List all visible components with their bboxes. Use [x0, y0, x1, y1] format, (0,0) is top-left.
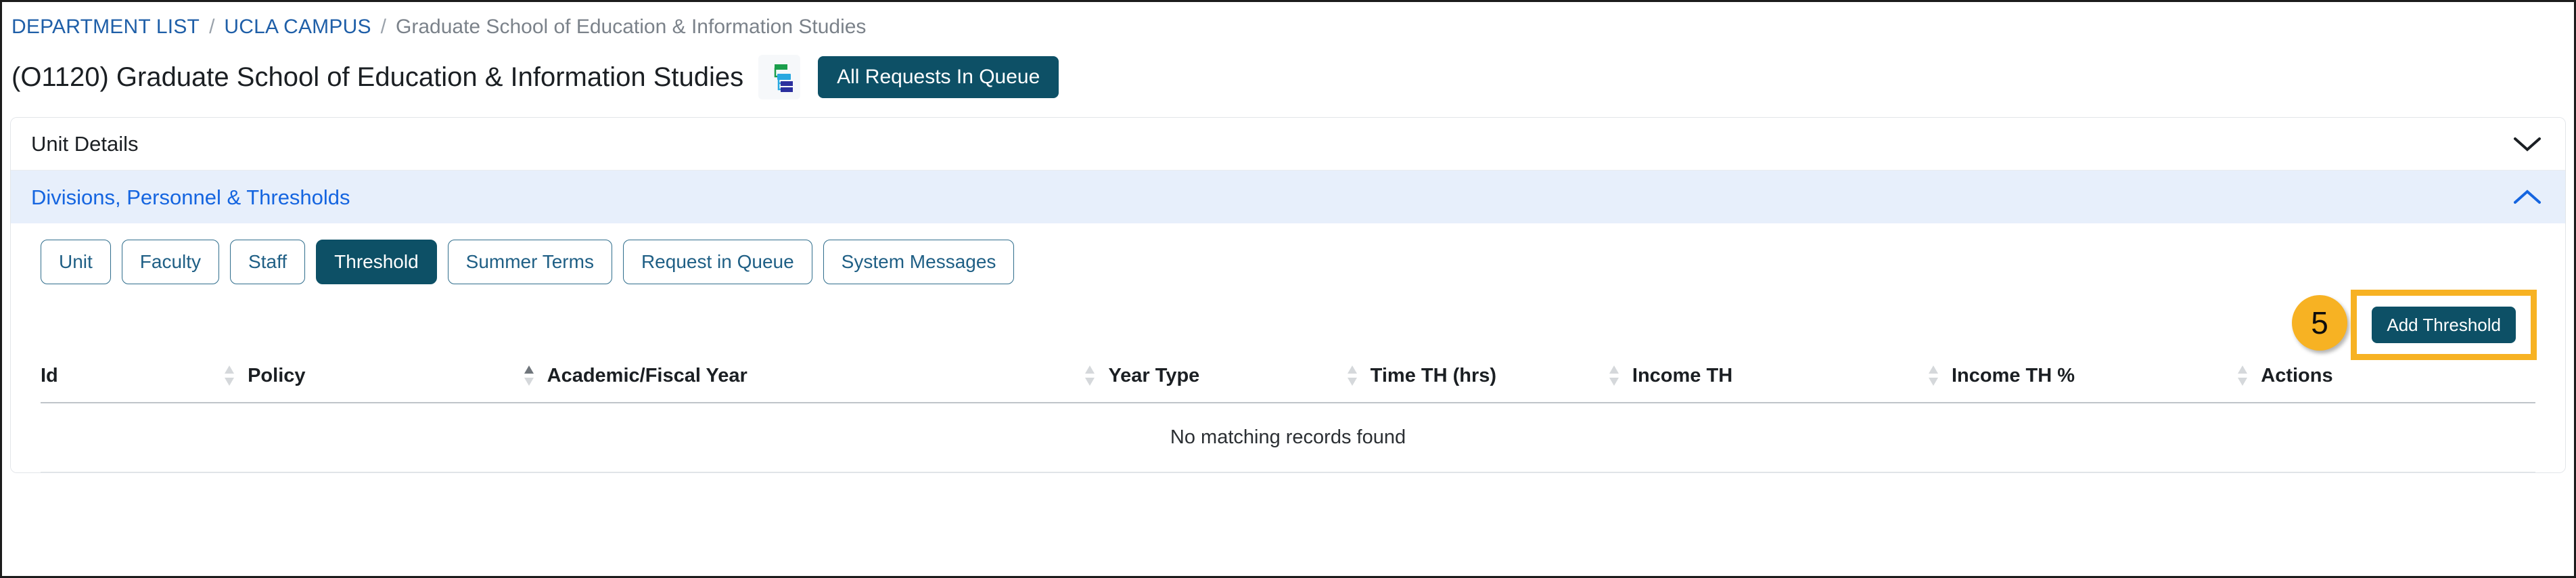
- sort-icon: [1346, 364, 1358, 387]
- column-header-income-th[interactable]: Income TH: [1632, 364, 1952, 403]
- column-label-year-type: Year Type: [1108, 365, 1199, 387]
- threshold-table-container: Id Policy: [26, 364, 2550, 472]
- column-header-id[interactable]: Id: [41, 364, 248, 403]
- breadcrumb-item-ucla-campus[interactable]: UCLA CAMPUS: [224, 17, 371, 37]
- table-header-row: Id Policy: [41, 364, 2535, 403]
- breadcrumb-separator: /: [209, 17, 214, 37]
- column-label-policy: Policy: [248, 365, 305, 387]
- hierarchy-tree-button[interactable]: [758, 55, 800, 99]
- tab-system-messages[interactable]: System Messages: [823, 240, 1015, 284]
- step-badge-5: 5: [2292, 295, 2347, 351]
- hierarchy-tree-icon: [765, 62, 794, 92]
- sort-icon: [1084, 364, 1096, 387]
- accordion-title-unit-details: Unit Details: [31, 133, 139, 154]
- add-threshold-highlight: Add Threshold: [2351, 290, 2537, 360]
- sort-icon-ascending: [523, 364, 535, 387]
- column-label-income-th-percent: Income TH %: [1952, 365, 2075, 387]
- tab-summer-terms[interactable]: Summer Terms: [448, 240, 612, 284]
- sort-icon: [223, 364, 235, 387]
- breadcrumb-item-current: Graduate School of Education & Informati…: [396, 17, 866, 37]
- column-header-academic-fiscal-year[interactable]: Academic/Fiscal Year: [547, 364, 1109, 403]
- column-header-policy[interactable]: Policy: [248, 364, 547, 403]
- column-label-actions: Actions: [2261, 365, 2332, 387]
- sort-icon: [2236, 364, 2249, 387]
- column-header-actions: Actions: [2261, 364, 2535, 403]
- breadcrumb-separator: /: [381, 17, 386, 37]
- column-label-income-th: Income TH: [1632, 365, 1732, 387]
- column-header-year-type[interactable]: Year Type: [1108, 364, 1370, 403]
- threshold-tab-bar: Unit Faculty Staff Threshold Summer Term…: [26, 240, 2550, 284]
- all-requests-in-queue-button[interactable]: All Requests In Queue: [818, 56, 1059, 98]
- sort-icon: [1608, 364, 1620, 387]
- accordion-header-unit-details[interactable]: Unit Details: [11, 118, 2565, 171]
- app-screen: DEPARTMENT LIST / UCLA CAMPUS / Graduate…: [0, 0, 2576, 578]
- unit-accordion-card: Unit Details Divisions, Personnel & Thre…: [10, 117, 2566, 473]
- table-body: No matching records found: [41, 403, 2535, 472]
- chevron-down-icon: [2512, 135, 2542, 153]
- column-label-time-th-hrs: Time TH (hrs): [1371, 365, 1496, 387]
- tab-staff[interactable]: Staff: [230, 240, 305, 284]
- accordion-title-divisions-personnel-thresholds: Divisions, Personnel & Thresholds: [31, 187, 350, 208]
- tab-faculty[interactable]: Faculty: [122, 240, 219, 284]
- tab-request-in-queue[interactable]: Request in Queue: [623, 240, 812, 284]
- column-header-time-th-hrs[interactable]: Time TH (hrs): [1371, 364, 1632, 403]
- threshold-table: Id Policy: [41, 364, 2535, 472]
- breadcrumb: DEPARTMENT LIST / UCLA CAMPUS / Graduate…: [2, 2, 2574, 37]
- chevron-up-icon: [2512, 188, 2542, 206]
- breadcrumb-item-department-list[interactable]: DEPARTMENT LIST: [12, 17, 200, 37]
- table-empty-row: No matching records found: [41, 403, 2535, 472]
- column-label-academic-fiscal-year: Academic/Fiscal Year: [547, 365, 748, 387]
- empty-state-message: No matching records found: [41, 403, 2535, 472]
- column-header-income-th-percent[interactable]: Income TH %: [1952, 364, 2261, 403]
- add-threshold-button[interactable]: Add Threshold: [2372, 307, 2516, 343]
- page-title: (O1120) Graduate School of Education & I…: [12, 64, 743, 91]
- tab-unit[interactable]: Unit: [41, 240, 111, 284]
- tab-threshold[interactable]: Threshold: [316, 240, 437, 284]
- column-label-id: Id: [41, 365, 58, 387]
- accordion-header-divisions-personnel-thresholds[interactable]: Divisions, Personnel & Thresholds: [11, 171, 2565, 223]
- sort-icon: [1927, 364, 1939, 387]
- threshold-action-row: 5 Add Threshold: [26, 284, 2550, 364]
- divisions-panel-body: Unit Faculty Staff Threshold Summer Term…: [11, 223, 2565, 472]
- page-header: (O1120) Graduate School of Education & I…: [2, 37, 2574, 99]
